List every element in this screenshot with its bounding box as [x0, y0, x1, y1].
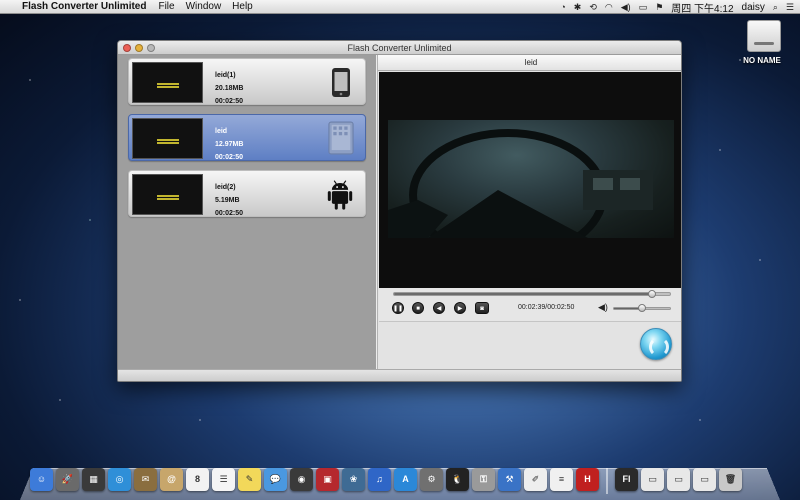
volume-icon[interactable]: ◀): [598, 302, 608, 313]
window-icon-2[interactable]: ▭: [667, 468, 690, 491]
drive-icon: [747, 20, 781, 52]
dock-separator: [606, 468, 608, 494]
file-duration: 00:02:50: [215, 98, 244, 105]
file-name: leid(1): [215, 72, 236, 79]
flash-converter-icon[interactable]: H: [576, 468, 599, 491]
menu-bar: Flash Converter Unlimited File Window He…: [0, 0, 800, 15]
zoom-button[interactable]: [147, 44, 155, 52]
file-duration: 00:02:50: [215, 154, 244, 161]
file-meta: leid(1) 20.18MB 00:02:50: [215, 69, 243, 108]
facetime-icon[interactable]: ◉: [290, 468, 313, 491]
file-size: 5.19MB: [215, 197, 240, 204]
seek-bar[interactable]: [393, 290, 671, 298]
photo-booth-icon[interactable]: ▣: [316, 468, 339, 491]
playback-controls: ❚❚ ■ ◀ ▶ ◙ 00:02:39/00:02:50 ◀): [379, 288, 681, 322]
next-button[interactable]: ▶: [454, 302, 466, 314]
file-item-selected[interactable]: leid 12.97MB 00:02:50: [128, 114, 366, 161]
video-thumbnail: [132, 174, 203, 215]
video-thumbnail: [132, 62, 203, 103]
volume-knob[interactable]: [638, 304, 646, 312]
launchpad-icon[interactable]: 🚀: [56, 468, 79, 491]
calendar-icon[interactable]: 8: [186, 468, 209, 491]
file-name: leid(2): [215, 184, 236, 191]
flash-icon[interactable]: Fl: [615, 468, 638, 491]
previous-button[interactable]: ◀: [433, 302, 445, 314]
finder-icon[interactable]: ☺: [30, 468, 53, 491]
battery-icon[interactable]: ▭: [639, 2, 648, 13]
preview-title: leid: [378, 55, 681, 71]
input-flag-icon[interactable]: ⚑: [655, 2, 663, 13]
file-meta: leid(2) 5.19MB 00:02:50: [215, 181, 243, 220]
time-machine-icon[interactable]: ◔: [560, 2, 565, 12]
close-button[interactable]: [123, 44, 131, 52]
contacts-icon[interactable]: @: [160, 468, 183, 491]
seek-fill: [394, 293, 653, 295]
file-list-panel: leid(1) 20.18MB 00:02:50 leid 12.97MB 00…: [118, 55, 376, 369]
stop-button[interactable]: ■: [412, 302, 424, 314]
file-item[interactable]: leid(1) 20.18MB 00:02:50: [128, 58, 366, 105]
snapshot-icon[interactable]: ◙: [475, 302, 489, 314]
spotlight-icon[interactable]: ⌕: [773, 2, 778, 13]
messages-icon[interactable]: 💬: [264, 468, 287, 491]
video-player[interactable]: [379, 72, 681, 288]
trash-icon[interactable]: 🗑: [719, 468, 742, 491]
seek-knob[interactable]: [648, 290, 657, 298]
window-icon-1[interactable]: ▭: [641, 468, 664, 491]
keychain-icon[interactable]: ⚿: [472, 468, 495, 491]
app-window: Flash Converter Unlimited leid(1) 20.18M…: [117, 40, 682, 382]
bluetooth-icon[interactable]: ✱: [574, 2, 582, 13]
sync-icon[interactable]: ⟲: [589, 2, 597, 13]
app-store-icon[interactable]: A: [394, 468, 417, 491]
menu-clock[interactable]: 周四 下午4:12: [671, 0, 733, 15]
menu-help[interactable]: Help: [232, 1, 253, 12]
dock: ☺ 🚀 ▦ ◎ ✉ @8 ☰ ✎ 💬 ◉ ▣ ❀ ♫ A ⚙ 🐧 ⚿ ⚒ ✐ ≡ H Fl ▭ ▭ ▭ 🗑: [30, 468, 742, 496]
reminders-icon[interactable]: ☰: [212, 468, 235, 491]
steering-wheel-scene: [388, 129, 653, 238]
textedit-icon[interactable]: ≡: [550, 468, 573, 491]
notes-icon[interactable]: ✎: [238, 468, 261, 491]
qq-icon[interactable]: 🐧: [446, 468, 469, 491]
pause-button[interactable]: ❚❚: [392, 302, 404, 314]
notification-center-icon[interactable]: ☰: [786, 2, 794, 13]
menu-user[interactable]: daisy: [742, 2, 765, 13]
volume-slider[interactable]: [613, 304, 671, 312]
menu-file[interactable]: File: [158, 1, 174, 12]
menu-app-name[interactable]: Flash Converter Unlimited: [22, 1, 146, 12]
desktop-drive[interactable]: NO NAME: [742, 20, 786, 65]
menu-window[interactable]: Window: [186, 1, 222, 12]
preview-panel: leid ❚❚ ■ ◀ ▶ ◙ 00:02:39/00:02:50 ◀): [377, 55, 681, 369]
android-icon[interactable]: [325, 176, 355, 212]
video-thumbnail: [132, 118, 203, 159]
traffic-lights: [123, 44, 155, 52]
itunes-icon[interactable]: ♫: [368, 468, 391, 491]
pages-icon[interactable]: ✐: [524, 468, 547, 491]
window-titlebar[interactable]: Flash Converter Unlimited: [118, 41, 681, 55]
safari-icon[interactable]: ◎: [108, 468, 131, 491]
convert-button[interactable]: [640, 328, 672, 360]
file-name: leid: [215, 128, 228, 135]
file-meta: leid 12.97MB 00:02:50: [215, 125, 243, 164]
mail-stamp-icon[interactable]: ✉: [134, 468, 157, 491]
video-frame: [388, 120, 674, 238]
file-size: 20.18MB: [215, 85, 244, 92]
minimize-button[interactable]: [135, 44, 143, 52]
mission-control-icon[interactable]: ▦: [82, 468, 105, 491]
system-prefs-icon[interactable]: ⚙: [420, 468, 443, 491]
file-size: 12.97MB: [215, 141, 244, 148]
xcode-icon[interactable]: ⚒: [498, 468, 521, 491]
file-duration: 00:02:50: [215, 210, 244, 217]
iphoto-icon[interactable]: ❀: [342, 468, 365, 491]
phone-icon[interactable]: [329, 67, 353, 98]
wifi-icon[interactable]: ◠: [605, 2, 613, 13]
time-display: 00:02:39/00:02:50: [518, 304, 575, 311]
tablet-icon[interactable]: [327, 121, 355, 155]
volume-menu-icon[interactable]: ◀): [621, 2, 631, 13]
menu-status-area: ◔ ✱ ⟲ ◠ ◀) ▭ ⚑ 周四 下午4:12 daisy ⌕ ☰: [560, 0, 794, 15]
window-bottom-bar: [118, 369, 681, 381]
window-title: Flash Converter Unlimited: [347, 43, 452, 53]
file-item[interactable]: leid(2) 5.19MB 00:02:50: [128, 170, 366, 217]
window-icon-3[interactable]: ▭: [693, 468, 716, 491]
drive-label: NO NAME: [743, 56, 781, 65]
